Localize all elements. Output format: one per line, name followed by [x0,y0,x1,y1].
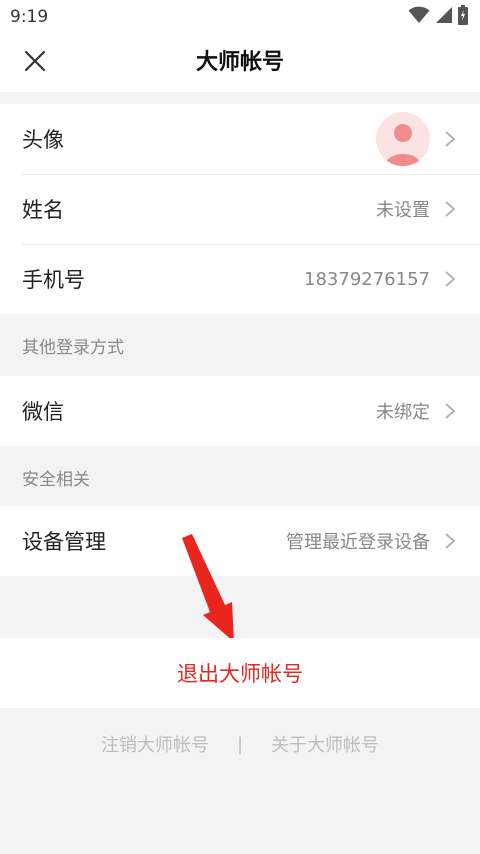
chevron-right-icon [444,129,458,149]
status-time: 9:19 [10,7,49,27]
wechat-row[interactable]: 微信 未绑定 [0,376,480,446]
profile-group: 头像 姓名 未设置 手机号 18379276157 [0,104,480,314]
status-icons [408,5,468,29]
signal-icon [435,6,453,28]
avatar-row[interactable]: 头像 [0,104,480,174]
avatar [376,112,430,166]
chevron-right-icon [444,269,458,289]
close-button[interactable] [18,46,52,80]
nav-bar: 大师帐号 [0,34,480,92]
chevron-right-icon [444,199,458,219]
other-login-header: 其他登录方式 [22,337,124,358]
close-icon [24,50,46,76]
logout-button[interactable]: 退出大师帐号 [0,638,480,708]
name-label: 姓名 [22,198,64,222]
name-row[interactable]: 姓名 未设置 [0,174,480,244]
name-value: 未设置 [376,200,430,221]
device-management-label: 设备管理 [22,530,106,554]
battery-icon [458,5,468,29]
avatar-label: 头像 [22,128,64,152]
cancel-account-link[interactable]: 注销大师帐号 [101,731,209,757]
phone-label: 手机号 [22,268,85,292]
chevron-right-icon [444,531,458,551]
phone-value: 18379276157 [304,268,430,290]
about-account-link[interactable]: 关于大师帐号 [271,731,379,757]
other-login-group: 微信 未绑定 [0,376,480,446]
page-title: 大师帐号 [195,50,284,75]
device-management-value: 管理最近登录设备 [286,532,430,553]
device-management-row[interactable]: 设备管理 管理最近登录设备 [0,506,480,576]
security-header: 安全相关 [22,469,90,490]
wechat-label: 微信 [22,400,64,424]
footer-links: 注销大师帐号 | 关于大师帐号 [0,722,480,766]
wechat-value: 未绑定 [376,402,430,423]
security-group: 设备管理 管理最近登录设备 [0,506,480,576]
status-bar: 9:19 [0,0,480,34]
chevron-right-icon [444,401,458,421]
phone-row[interactable]: 手机号 18379276157 [0,244,480,314]
footer-separator: | [236,733,244,755]
wifi-icon [408,6,430,28]
